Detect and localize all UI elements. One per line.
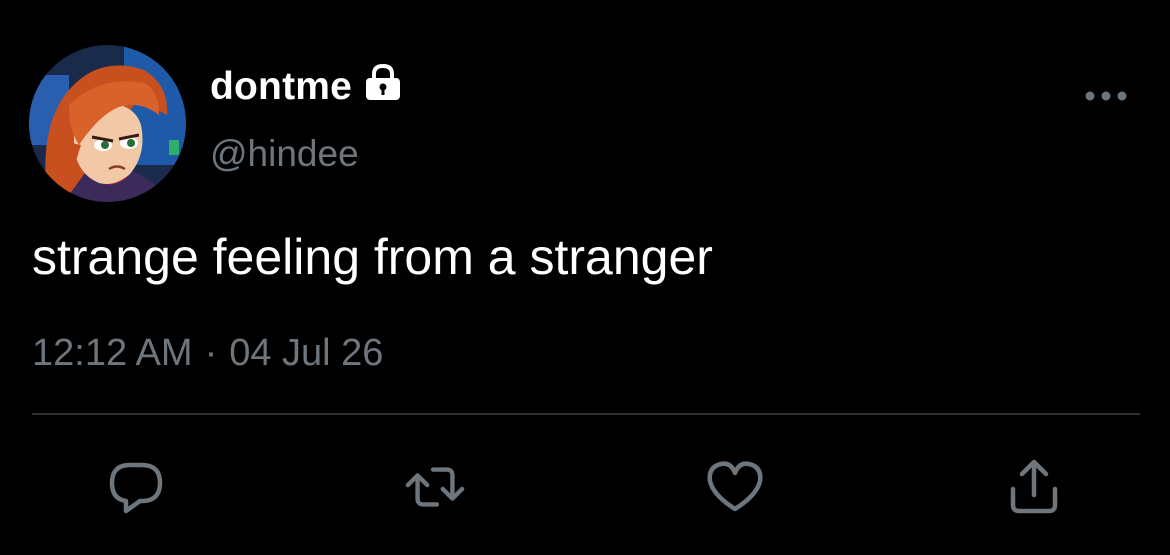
avatar-image (29, 45, 186, 202)
more-horizontal-icon[interactable] (1083, 86, 1129, 106)
retweet-icon (405, 467, 465, 507)
tweet-timestamp[interactable]: 12:12 AM · 04 Jul 26 (32, 332, 383, 375)
heart-icon (707, 461, 763, 512)
comment-icon (109, 462, 163, 514)
share-icon (1010, 459, 1058, 514)
like-button[interactable] (704, 456, 766, 518)
author-name-row[interactable]: dontme (210, 62, 404, 112)
avatar[interactable] (29, 45, 186, 202)
author-handle[interactable]: @hindee (210, 133, 359, 175)
tweet-date: 04 Jul 26 (229, 332, 384, 374)
share-button[interactable] (1003, 456, 1065, 518)
tweet: dontme @hindee strange feeling from a st… (0, 0, 1170, 555)
lock-icon (362, 62, 404, 107)
tweet-time: 12:12 AM (32, 332, 193, 374)
divider (32, 413, 1140, 415)
timestamp-separator: · (204, 332, 218, 374)
retweet-button[interactable] (404, 456, 466, 518)
display-name[interactable]: dontme (210, 65, 352, 109)
tweet-text: strange feeling from a stranger (32, 229, 713, 285)
reply-button[interactable] (105, 456, 167, 518)
